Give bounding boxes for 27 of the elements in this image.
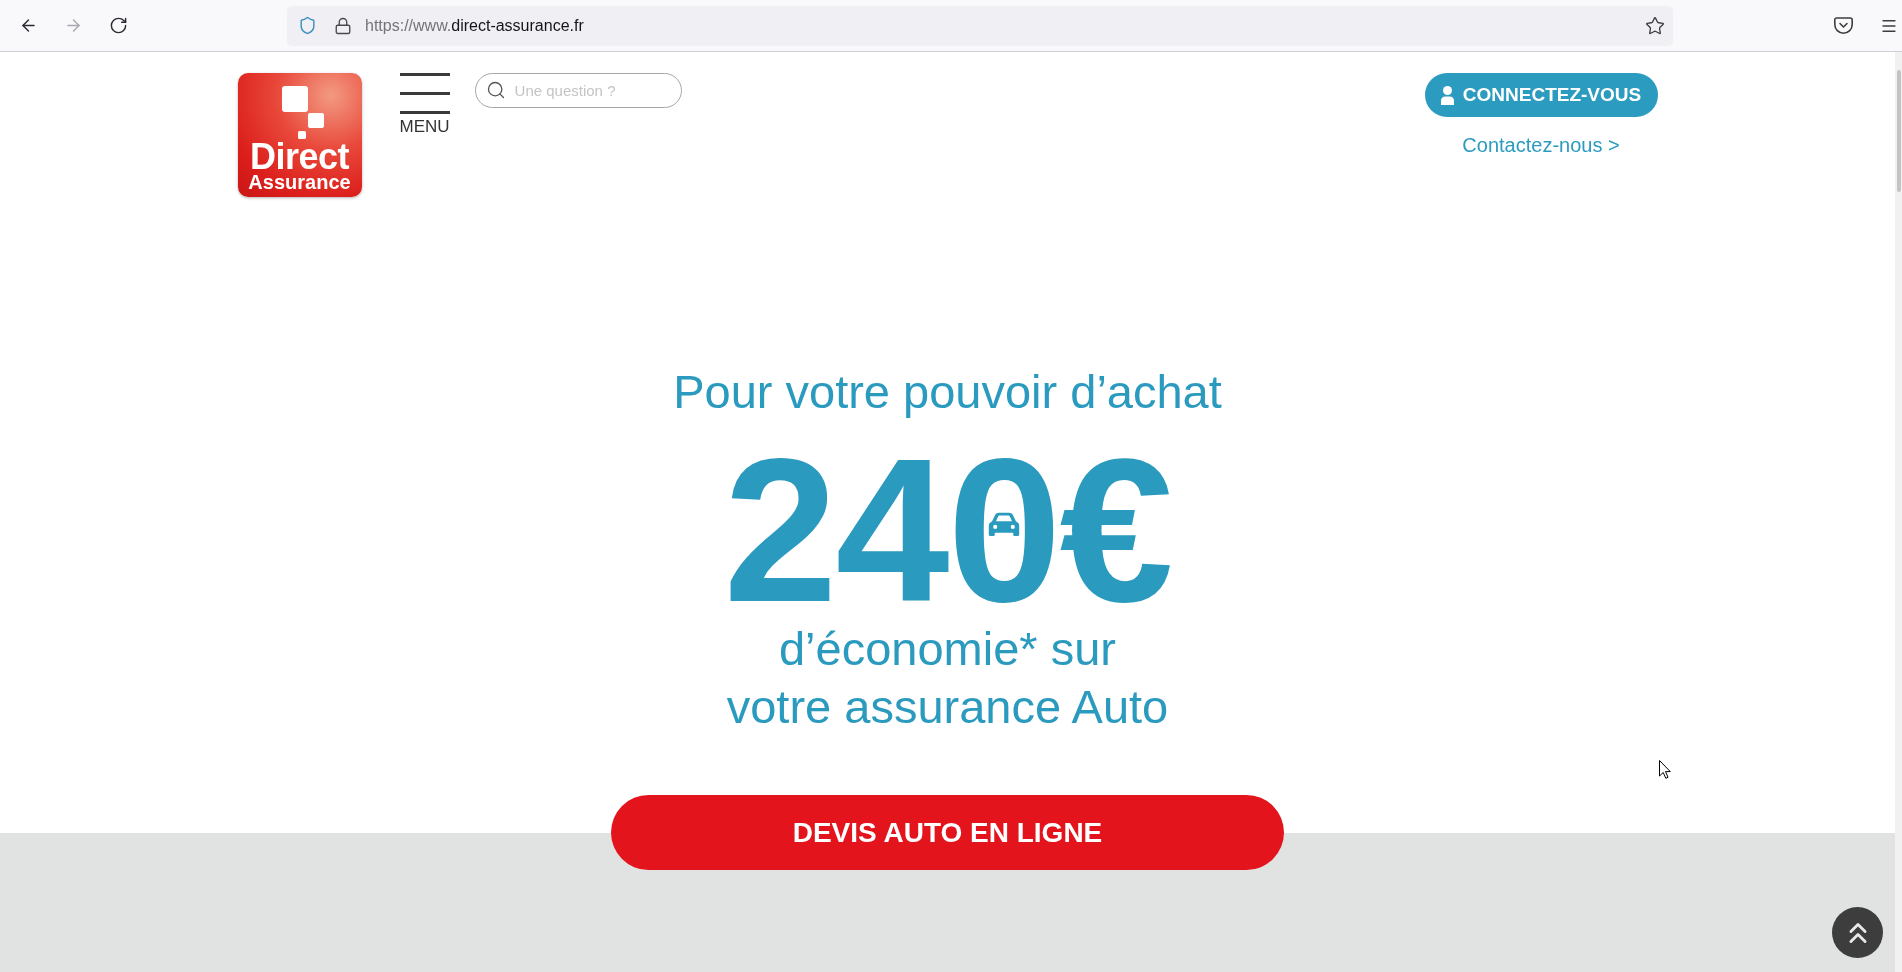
search-field[interactable]: Une question ? [474,73,682,108]
hero-subtitle: d’économie* sur votre assurance Auto [726,621,1169,735]
login-button[interactable]: CONNECTEZ-VOUS [1424,73,1658,117]
mouse-cursor-icon [1659,760,1671,779]
url-text: https://www.direct-assurance.fr [365,15,584,36]
logo-tile[interactable]: Direct Assurance [237,73,362,197]
menu-button[interactable]: MENU [399,73,450,137]
scrollbar-thumb[interactable] [1896,70,1901,192]
contact-link[interactable]: Contactez-nous > [1462,133,1620,157]
car-icon [987,511,1020,537]
search-icon [485,80,506,100]
scrollbar-track[interactable] [1895,52,1902,972]
hamburger-icon [399,73,450,114]
reload-icon [108,16,128,35]
hero-amount: 240€ [723,440,1172,620]
logo-title: Direct [248,142,349,172]
squares-logo-icon [281,86,324,139]
hero-title: Pour votre pouvoir d’achat [673,364,1222,420]
url-bar[interactable]: https://www.direct-assurance.fr [287,5,1673,46]
pocket-icon[interactable] [1834,17,1853,34]
logo-subtitle: Assurance [247,172,352,193]
quote-button[interactable]: DEVIS AUTO EN LIGNE [611,795,1284,870]
scroll-top-button[interactable] [1832,907,1883,958]
lock-icon[interactable] [334,16,352,35]
bookmark-star-icon[interactable] [1645,15,1665,36]
shield-icon[interactable] [298,16,317,35]
person-icon [1440,85,1454,105]
